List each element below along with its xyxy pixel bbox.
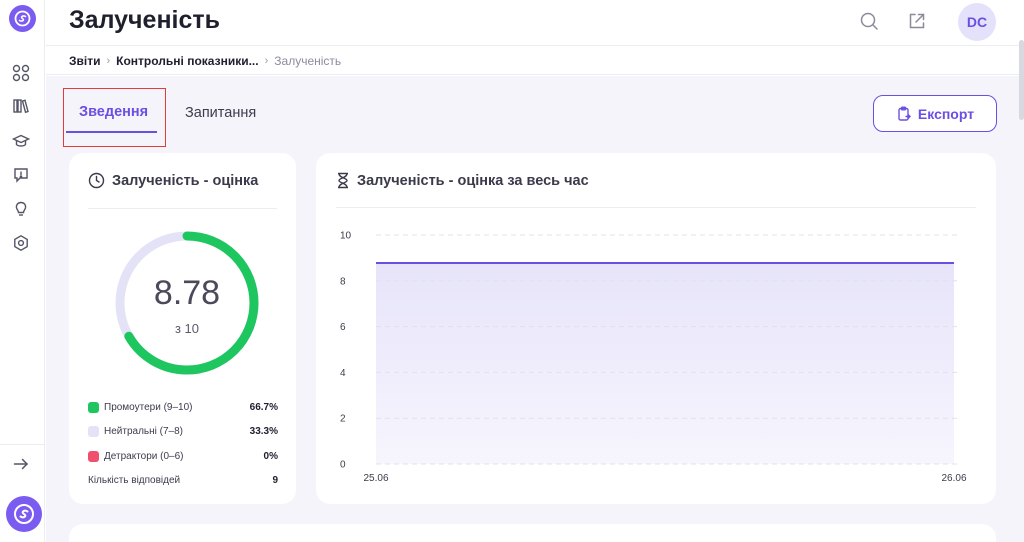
legend-row-detractors: Детрактори (0–6) 0% xyxy=(88,451,278,462)
sidebar-divider xyxy=(0,444,45,445)
breadcrumb-item-reports[interactable]: Звіти xyxy=(69,54,100,68)
card-divider xyxy=(88,208,277,209)
legend-label: Нейтральні (7–8) xyxy=(104,426,183,437)
chart-y-tick-label: 4 xyxy=(340,368,346,379)
tab-active-underline xyxy=(66,131,157,133)
chart-y-tick-label: 0 xyxy=(340,460,346,471)
legend-row-neutral: Нейтральні (7–8) 33.3% xyxy=(88,426,278,437)
brand-logo-icon[interactable] xyxy=(6,496,42,532)
responses-count-row: Кількість відповідей 9 xyxy=(88,475,278,486)
expand-sidebar-icon[interactable] xyxy=(11,454,31,474)
responses-value: 9 xyxy=(272,475,278,486)
chart-x-tick-label: 25.06 xyxy=(363,473,388,484)
legend-swatch-neutral xyxy=(88,426,99,437)
legend-value: 33.3% xyxy=(249,426,278,437)
sidebar xyxy=(0,0,45,542)
tab-summary[interactable]: Зведення xyxy=(79,104,148,120)
apps-icon[interactable] xyxy=(11,63,31,83)
chevron-right-icon: › xyxy=(264,54,269,67)
engagement-trend-chart: 0 2 4 6 8 10 25.06 26.06 xyxy=(340,231,967,485)
chart-y-tick-label: 6 xyxy=(340,322,346,333)
settings-icon[interactable] xyxy=(11,233,31,253)
search-icon[interactable] xyxy=(858,10,880,32)
score-value: 8.78 xyxy=(153,274,221,312)
chart-y-tick-label: 2 xyxy=(340,414,346,425)
tab-questions[interactable]: Запитання xyxy=(185,105,256,121)
score-card-title-text: Залученість - оцінка xyxy=(112,172,259,189)
chevron-right-icon: › xyxy=(106,54,111,67)
legend-row-promoters: Промоутери (9–10) 66.7% xyxy=(88,402,278,413)
open-external-icon[interactable] xyxy=(906,10,928,32)
chart-x-tick-label: 26.06 xyxy=(941,473,966,484)
score-card-title: Залученість - оцінка xyxy=(88,172,258,189)
chart-area-fill xyxy=(376,262,954,464)
legend-label: Промоутери (9–10) xyxy=(104,402,193,413)
chart-y-tick-label: 10 xyxy=(340,231,352,242)
export-button-label: Експорт xyxy=(917,105,975,122)
legend-value: 0% xyxy=(263,451,278,462)
main-content: Зведення Запитання Експорт Залученість -… xyxy=(46,76,1024,542)
breadcrumb: Звіти › Контрольні показники... › Залуче… xyxy=(46,47,1024,75)
clipboard-export-icon xyxy=(898,106,911,121)
chart-y-tick-label: 8 xyxy=(340,276,346,287)
education-icon[interactable] xyxy=(11,131,31,151)
responses-label: Кількість відповідей xyxy=(88,475,181,486)
idea-icon[interactable] xyxy=(11,199,31,219)
page-scrollbar[interactable] xyxy=(1019,40,1024,120)
top-header: Залученість DC xyxy=(46,0,1024,46)
avatar[interactable]: DC xyxy=(958,3,996,41)
score-gauge: 8.78 з 10 xyxy=(112,228,262,378)
feedback-icon[interactable] xyxy=(11,165,31,185)
export-button[interactable]: Експорт xyxy=(873,95,997,132)
legend-swatch-detractors xyxy=(88,451,99,462)
legend-label: Детрактори (0–6) xyxy=(104,451,184,462)
clock-icon xyxy=(88,172,105,189)
trend-chart-card: Залученість - оцінка за весь час 0 2 4 6 8 10… xyxy=(316,153,996,504)
app-logo[interactable] xyxy=(9,5,36,32)
breadcrumb-item-benchmarks[interactable]: Контрольні показники... xyxy=(116,54,258,68)
breadcrumb-item-current: Залученість xyxy=(274,53,342,68)
legend-swatch-promoters xyxy=(88,402,99,413)
library-icon[interactable] xyxy=(11,96,31,116)
page-title: Залученість xyxy=(69,6,221,34)
legend-value: 66.7% xyxy=(249,402,278,413)
score-out-of: з 10 xyxy=(174,321,200,336)
next-card-partial xyxy=(69,524,996,542)
score-card: Залученість - оцінка 8.78 з 10 Промоутер… xyxy=(69,153,296,504)
